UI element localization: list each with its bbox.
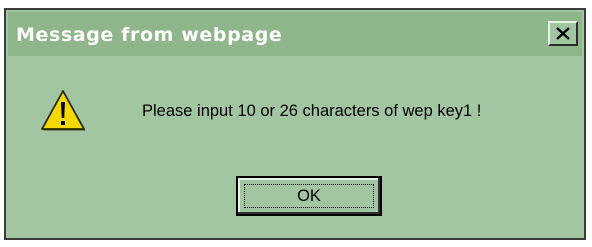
dialog-title: Message from webpage: [16, 24, 283, 46]
message-dialog: Message from webpage Please input 10 or …: [4, 8, 586, 240]
close-button[interactable]: [548, 21, 578, 46]
warning-icon: [41, 90, 86, 131]
message-text: Please input 10 or 26 characters of wep …: [142, 102, 482, 120]
title-bar[interactable]: Message from webpage: [8, 12, 582, 56]
ok-button[interactable]: OK: [236, 176, 382, 216]
ok-button-label: OK: [297, 186, 321, 205]
close-icon: [556, 27, 570, 40]
focus-rectangle: OK: [244, 184, 374, 208]
